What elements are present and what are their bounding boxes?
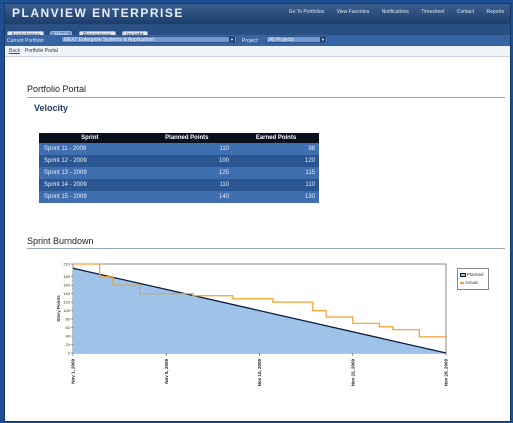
actual-swatch (460, 281, 464, 284)
x-tick-label: Nov 29, 2009 (444, 359, 449, 387)
y-tick-label: 180 (63, 274, 70, 279)
y-tick-label: 40 (66, 334, 71, 339)
x-tick-label: Nov 1, 2009 (71, 359, 76, 384)
legend-item-actual: Actual (460, 280, 478, 285)
x-tick-label: Nov 8, 2009 (164, 359, 169, 384)
y-tick-label: 100 (63, 308, 70, 313)
y-tick-label: 140 (63, 291, 70, 296)
legend-label-planned: Planned (467, 272, 484, 277)
chart-legend: Planned Actual (457, 268, 489, 290)
planned-swatch (460, 272, 466, 277)
y-tick-label: 20 (66, 342, 71, 347)
x-tick-label: Nov 15, 2009 (257, 359, 262, 387)
y-tick-label: 0 (68, 351, 71, 356)
burndown-chart: 0 20 40 60 80 100 120 140 160 180 210 Story Points N… (56, 262, 449, 387)
y-tick-label: 120 (63, 300, 70, 305)
y-tick-label: 80 (66, 317, 71, 322)
y-tick-label: 210 (63, 262, 70, 267)
y-tick-label: 160 (63, 283, 70, 288)
y-axis-label: Story Points (56, 295, 61, 322)
x-tick-label: Nov 22, 2009 (350, 359, 355, 387)
legend-label-actual: Actual (465, 280, 478, 285)
y-tick-label: 60 (66, 325, 71, 330)
legend-item-planned: Planned (460, 272, 484, 277)
